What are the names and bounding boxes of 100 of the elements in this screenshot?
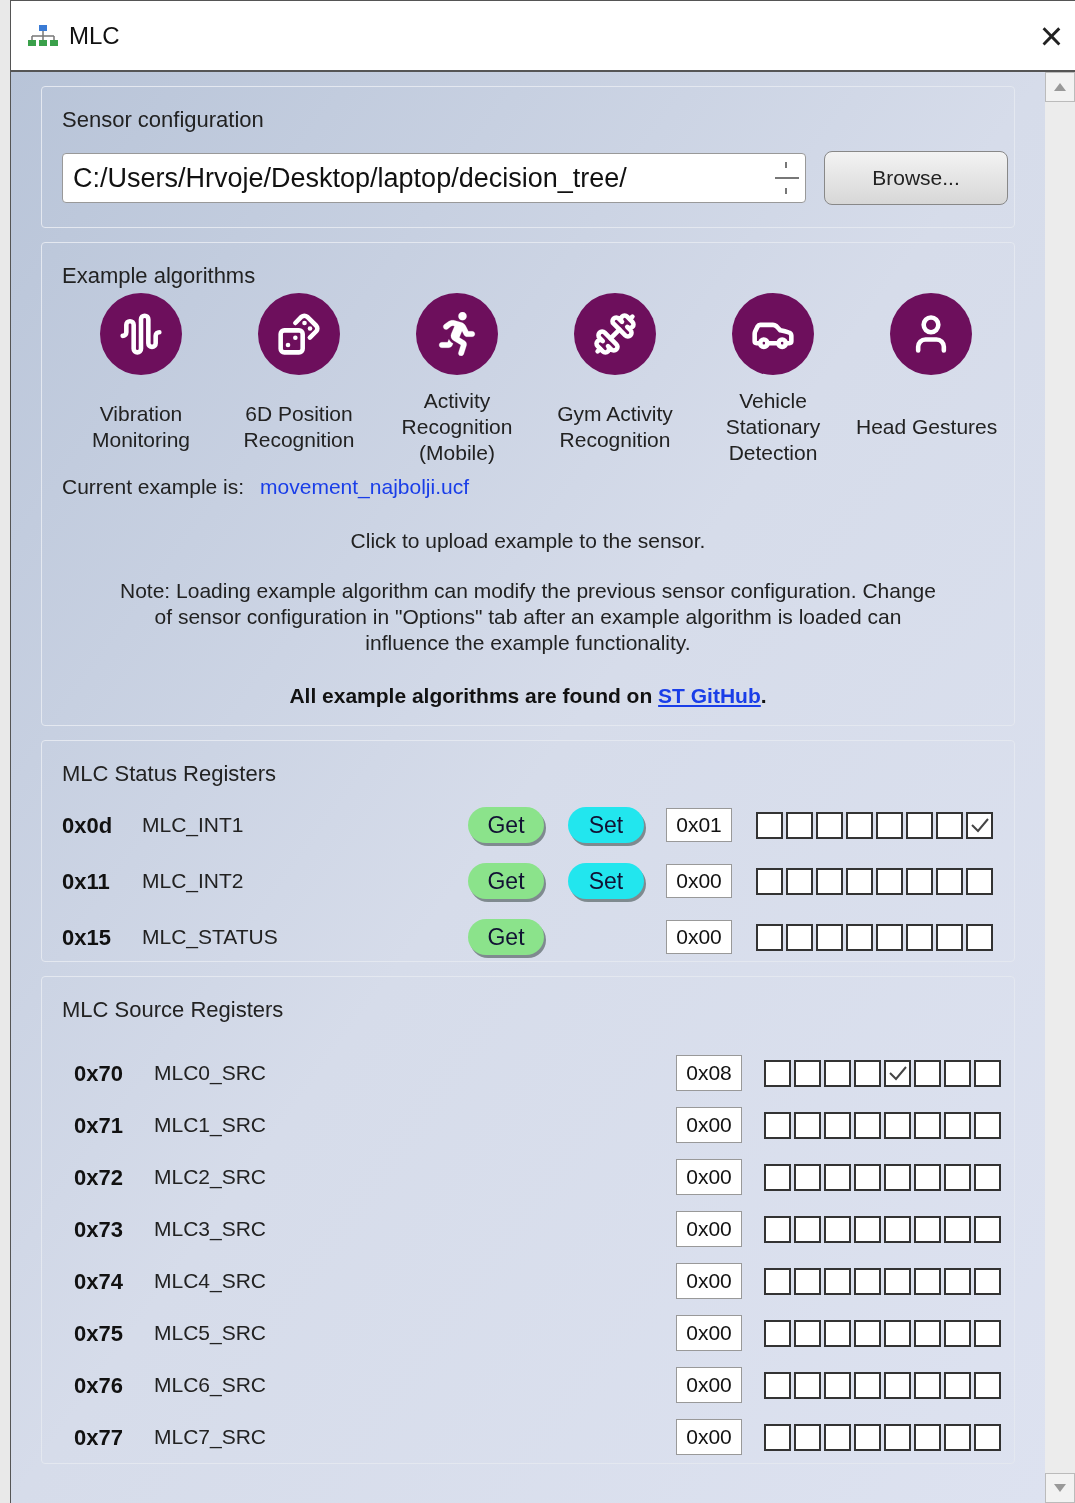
register-value-field[interactable]: 0x08	[676, 1055, 742, 1091]
bit-checkbox[interactable]	[914, 1423, 941, 1451]
bit-checkbox[interactable]	[914, 1111, 941, 1139]
bit-checkbox[interactable]	[884, 1423, 911, 1451]
bit-checkbox[interactable]	[974, 1059, 1001, 1087]
bit-checkbox[interactable]	[816, 867, 843, 895]
bit-checkbox[interactable]	[944, 1371, 971, 1399]
bit-checkbox[interactable]	[756, 867, 783, 895]
example-label[interactable]: Activity Recognition (Mobile)	[382, 387, 532, 467]
bit-checkbox[interactable]	[794, 1319, 821, 1347]
register-value-field[interactable]: 0x00	[666, 920, 732, 954]
bit-checkbox[interactable]	[854, 1267, 881, 1295]
bit-checkbox[interactable]	[944, 1163, 971, 1191]
bit-checkbox[interactable]	[884, 1371, 911, 1399]
bit-checkbox[interactable]	[764, 1371, 791, 1399]
bit-checkbox[interactable]	[936, 867, 963, 895]
bit-checkbox[interactable]	[944, 1423, 971, 1451]
bit-checkbox[interactable]	[824, 1059, 851, 1087]
bit-checkbox[interactable]	[824, 1319, 851, 1347]
register-value-field[interactable]: 0x00	[676, 1159, 742, 1195]
register-value-field[interactable]: 0x01	[666, 808, 732, 842]
bit-checkbox[interactable]	[906, 811, 933, 839]
bit-checkbox[interactable]	[764, 1423, 791, 1451]
bit-checkbox[interactable]	[794, 1371, 821, 1399]
scrollbar[interactable]	[1045, 72, 1075, 1503]
bit-checkbox[interactable]	[786, 923, 813, 951]
bit-checkbox[interactable]	[824, 1423, 851, 1451]
bit-checkbox[interactable]	[824, 1163, 851, 1191]
get-button[interactable]: Get	[468, 863, 544, 899]
bit-checkbox[interactable]	[884, 1059, 911, 1087]
bit-checkbox[interactable]	[854, 1163, 881, 1191]
bit-checkbox[interactable]	[764, 1319, 791, 1347]
register-value-field[interactable]: 0x00	[676, 1107, 742, 1143]
get-button[interactable]: Get	[468, 919, 544, 955]
register-value-field[interactable]: 0x00	[676, 1211, 742, 1247]
bit-checkbox[interactable]	[974, 1267, 1001, 1295]
bit-checkbox[interactable]	[914, 1371, 941, 1399]
bit-checkbox[interactable]	[974, 1371, 1001, 1399]
bit-checkbox[interactable]	[764, 1059, 791, 1087]
bit-checkbox[interactable]	[764, 1163, 791, 1191]
bit-checkbox[interactable]	[764, 1215, 791, 1243]
bit-checkbox[interactable]	[974, 1111, 1001, 1139]
bit-checkbox[interactable]	[824, 1267, 851, 1295]
bit-checkbox[interactable]	[906, 923, 933, 951]
bit-checkbox[interactable]	[816, 811, 843, 839]
bit-checkbox[interactable]	[794, 1215, 821, 1243]
bit-checkbox[interactable]	[854, 1215, 881, 1243]
bit-checkbox[interactable]	[816, 923, 843, 951]
register-value-field[interactable]: 0x00	[676, 1367, 742, 1403]
bit-checkbox[interactable]	[974, 1215, 1001, 1243]
bit-checkbox[interactable]	[936, 923, 963, 951]
bit-checkbox[interactable]	[846, 811, 873, 839]
bit-checkbox[interactable]	[764, 1111, 791, 1139]
example-label[interactable]: Vehicle Stationary Detection	[698, 387, 848, 467]
set-button[interactable]: Set	[568, 807, 644, 843]
bit-checkbox[interactable]	[786, 811, 813, 839]
bit-checkbox[interactable]	[884, 1319, 911, 1347]
register-value-field[interactable]: 0x00	[676, 1419, 742, 1455]
register-value-field[interactable]: 0x00	[676, 1263, 742, 1299]
bit-checkbox[interactable]	[876, 923, 903, 951]
bit-checkbox[interactable]	[944, 1111, 971, 1139]
register-value-field[interactable]: 0x00	[666, 864, 732, 898]
bit-checkbox[interactable]	[914, 1267, 941, 1295]
bit-checkbox[interactable]	[794, 1267, 821, 1295]
example-label[interactable]: Gym Activity Recognition	[540, 387, 690, 467]
bit-checkbox[interactable]	[794, 1111, 821, 1139]
bit-checkbox[interactable]	[884, 1215, 911, 1243]
bit-checkbox[interactable]	[914, 1215, 941, 1243]
scroll-up-button[interactable]	[1045, 72, 1075, 102]
bit-checkbox[interactable]	[876, 867, 903, 895]
bit-checkbox[interactable]	[794, 1163, 821, 1191]
github-link[interactable]: ST GitHub	[658, 684, 761, 707]
path-field[interactable]: C:/Users/Hrvoje/Desktop/laptop/decision_tree/	[62, 153, 806, 203]
bit-checkbox[interactable]	[756, 923, 783, 951]
bit-checkbox[interactable]	[906, 867, 933, 895]
bit-checkbox[interactable]	[854, 1059, 881, 1087]
bit-checkbox[interactable]	[794, 1059, 821, 1087]
bit-checkbox[interactable]	[944, 1319, 971, 1347]
browse-button[interactable]: Browse...	[824, 151, 1008, 205]
bit-checkbox[interactable]	[854, 1371, 881, 1399]
bit-checkbox[interactable]	[974, 1163, 1001, 1191]
bit-checkbox[interactable]	[974, 1423, 1001, 1451]
set-button[interactable]: Set	[568, 863, 644, 899]
example-label[interactable]: Vibration Monitoring	[66, 387, 216, 467]
bit-checkbox[interactable]	[974, 1319, 1001, 1347]
bit-checkbox[interactable]	[914, 1319, 941, 1347]
bit-checkbox[interactable]	[846, 867, 873, 895]
bit-checkbox[interactable]	[846, 923, 873, 951]
bit-checkbox[interactable]	[884, 1163, 911, 1191]
get-button[interactable]: Get	[468, 807, 544, 843]
example-label[interactable]: 6D Position Recognition	[224, 387, 374, 467]
bit-checkbox[interactable]	[764, 1267, 791, 1295]
bit-checkbox[interactable]	[966, 923, 993, 951]
bit-checkbox[interactable]	[786, 867, 813, 895]
bit-checkbox[interactable]	[944, 1267, 971, 1295]
bit-checkbox[interactable]	[854, 1111, 881, 1139]
bit-checkbox[interactable]	[824, 1215, 851, 1243]
bit-checkbox[interactable]	[914, 1059, 941, 1087]
scroll-down-button[interactable]	[1045, 1473, 1075, 1503]
bit-checkbox[interactable]	[756, 811, 783, 839]
